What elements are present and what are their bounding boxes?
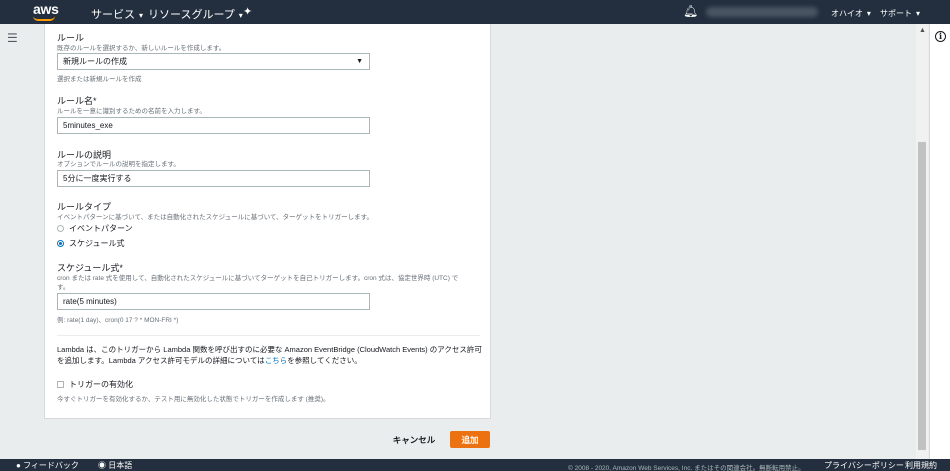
caret-down-icon: ▼ bbox=[356, 58, 363, 65]
bell-icon[interactable]: 🔔︎ bbox=[683, 4, 698, 18]
cancel-button[interactable]: キャンセル bbox=[388, 431, 440, 448]
region-menu[interactable]: オハイオ ▾ bbox=[831, 8, 871, 19]
feedback-label: フィードバック bbox=[23, 461, 79, 470]
rule-description-input[interactable]: 5分に一度実行する bbox=[57, 170, 370, 187]
terms-link[interactable]: 利用規約 bbox=[905, 460, 937, 471]
resource-groups-label: リソースグループ bbox=[148, 9, 235, 21]
radio-schedule-expression[interactable]: スケジュール式 bbox=[57, 238, 124, 249]
info-icon[interactable]: i bbox=[935, 31, 946, 42]
radio-event-pattern-label: イベントパターン bbox=[69, 224, 133, 233]
enable-trigger-label: トリガーの有効化 bbox=[69, 380, 133, 389]
rule-description-help: オプションでルールの説明を指定します。 bbox=[57, 161, 180, 168]
region-label: オハイオ bbox=[831, 9, 863, 18]
radio-schedule-expression-label: スケジュール式 bbox=[69, 239, 125, 248]
language-label: 日本語 bbox=[108, 461, 133, 470]
add-button[interactable]: 追加 bbox=[450, 431, 490, 448]
feedback-link[interactable]: ● フィードバック bbox=[16, 460, 79, 471]
schedule-description-line2: す。 bbox=[57, 284, 70, 291]
rule-select-value: 新規ルールの作成 bbox=[63, 57, 127, 66]
radio-unselected-icon bbox=[57, 225, 64, 232]
rule-name-description: ルールを一意に識別するための名前を入力します。 bbox=[57, 108, 206, 115]
permission-text-end: を参照してください。 bbox=[287, 356, 362, 365]
schedule-input[interactable]: rate(5 minutes) bbox=[57, 293, 370, 310]
pin-icon[interactable]: ✦ bbox=[243, 5, 252, 18]
rule-type-description: イベントパターンに基づいて、または自動化されたスケジュールに基づいて、ターゲット… bbox=[57, 214, 374, 221]
services-label: サービス bbox=[91, 9, 135, 21]
support-menu[interactable]: サポート ▾ bbox=[880, 8, 920, 19]
hamburger-menu-icon[interactable]: ☰ bbox=[7, 31, 18, 45]
top-nav: aws サービス ▾ リソースグループ ▾ ✦ 🔔︎ オハイオ ▾ サポート ▾ bbox=[0, 0, 950, 24]
rule-name-input[interactable]: 5minutes_exe bbox=[57, 117, 370, 134]
enable-trigger-checkbox[interactable]: トリガーの有効化 bbox=[57, 379, 133, 390]
resource-groups-menu[interactable]: リソースグループ ▾ bbox=[148, 6, 243, 22]
chevron-down-icon: ▾ bbox=[916, 9, 921, 18]
trigger-config-panel: ルール 既存のルールを選択するか、新しいルールを作成します。 新規ルールの作成 … bbox=[44, 24, 491, 419]
copyright-text: © 2008 - 2020, Amazon Web Services, Inc.… bbox=[568, 465, 805, 471]
account-menu[interactable] bbox=[706, 7, 818, 17]
enable-trigger-description: 今すぐトリガーを有効化するか、テスト用に無効化した状態でトリガーを作成します (… bbox=[57, 396, 330, 403]
checkbox-icon bbox=[57, 381, 64, 388]
info-panel-rail: i bbox=[929, 24, 950, 459]
permission-link[interactable]: こちら bbox=[265, 356, 288, 365]
rule-description: 既存のルールを選択するか、新しいルールを作成します。 bbox=[57, 45, 226, 52]
scroll-up-arrow-icon[interactable]: ▲ bbox=[919, 27, 926, 34]
schedule-description-line1: cron または rate 式を使用して、自動化されたスケジュールに基づいてター… bbox=[57, 275, 459, 282]
radio-event-pattern[interactable]: イベントパターン bbox=[57, 223, 133, 234]
rule-hint: 選択または新規ルールを作成 bbox=[57, 76, 142, 83]
scrollbar[interactable]: ▲ bbox=[916, 24, 928, 459]
schedule-hint: 例: rate(1 day)、cron(0 17 ? * MON-FRI *) bbox=[57, 317, 179, 324]
permission-notice: Lambda は、このトリガーから Lambda 関数を呼び出すのに必要な Am… bbox=[57, 344, 482, 366]
privacy-link[interactable]: プライバシーポリシー bbox=[824, 460, 904, 471]
scrollbar-thumb[interactable] bbox=[918, 142, 926, 450]
speech-bubble-icon: ● bbox=[16, 461, 21, 470]
aws-logo[interactable]: aws bbox=[33, 1, 59, 17]
chevron-down-icon: ▾ bbox=[139, 11, 144, 20]
aws-logo-smile bbox=[33, 16, 55, 21]
chevron-down-icon: ▾ bbox=[866, 9, 871, 18]
radio-selected-icon bbox=[57, 240, 64, 247]
footer-bar: ● フィードバック ◉ 日本語 © 2008 - 2020, Amazon We… bbox=[0, 459, 950, 471]
divider bbox=[57, 335, 480, 336]
rule-select[interactable]: 新規ルールの作成 ▼ bbox=[57, 53, 370, 70]
support-label: サポート bbox=[880, 9, 912, 18]
language-selector[interactable]: ◉ 日本語 bbox=[98, 460, 132, 471]
globe-icon: ◉ bbox=[98, 461, 106, 470]
services-menu[interactable]: サービス ▾ bbox=[91, 6, 143, 22]
